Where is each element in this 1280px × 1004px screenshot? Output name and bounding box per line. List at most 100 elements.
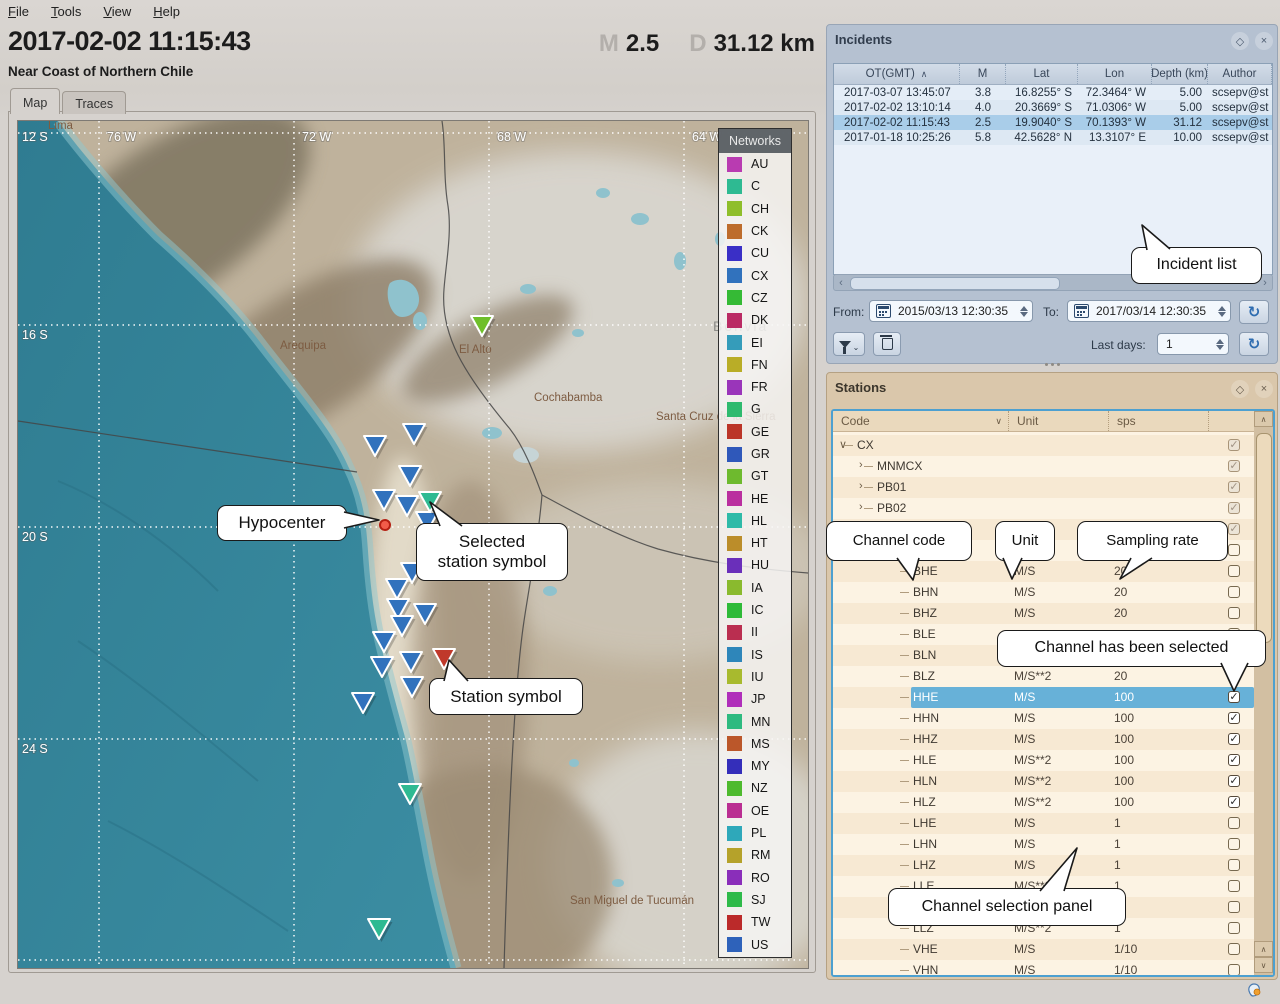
column-header-label: Lon <box>1105 68 1124 80</box>
column-header-depth-km-[interactable]: Depth (km) <box>1152 64 1208 84</box>
tree-branch-line <box>900 760 909 761</box>
tree-row-LHE[interactable]: LHEM/S1 <box>833 813 1254 834</box>
channel-checkbox[interactable]: ✓ <box>1228 796 1240 808</box>
channel-checkbox[interactable] <box>1228 607 1240 619</box>
channel-checkbox[interactable] <box>1228 817 1240 829</box>
column-header-lon[interactable]: Lon <box>1078 64 1152 84</box>
channel-code-label: LHZ <box>913 858 936 872</box>
channel-checkbox[interactable] <box>1228 544 1240 556</box>
incident-row[interactable]: 2017-02-02 11:15:432.519.9040° S70.1393°… <box>834 115 1272 130</box>
to-date-spinner[interactable] <box>1218 306 1226 317</box>
channel-checkbox[interactable] <box>1228 964 1240 975</box>
channel-checkbox[interactable]: ✓ <box>1228 439 1240 451</box>
tree-row-LHZ[interactable]: LHZM/S1 <box>833 855 1254 876</box>
tab-traces[interactable]: Traces <box>62 91 126 114</box>
channel-checkbox[interactable]: ✓ <box>1228 523 1240 535</box>
channel-checkbox[interactable]: ✓ <box>1228 733 1240 745</box>
tree-row-CX[interactable]: ∨CX✓ <box>833 435 1254 456</box>
clear-button[interactable] <box>873 332 901 356</box>
incidents-table-header[interactable]: OT(GMT)∧MLat Lon Depth (km)Author <box>834 64 1272 85</box>
tree-row-PB02[interactable]: ›PB02✓ <box>833 498 1254 519</box>
scroll-left-icon[interactable]: ‹ <box>834 277 848 289</box>
to-date-input[interactable]: 2017/03/14 12:30:35 <box>1067 300 1231 322</box>
refresh-list-button[interactable]: ↻ <box>1239 332 1269 356</box>
tree-scroll-thumb[interactable] <box>1256 433 1272 643</box>
tree-row-VHE[interactable]: VHEM/S1/10 <box>833 939 1254 960</box>
hypocenter-symbol[interactable] <box>380 520 390 530</box>
expander-collapsed-icon[interactable]: › <box>859 480 863 492</box>
tree-row-HHE[interactable]: HHEM/S100✓ <box>833 687 1254 708</box>
channel-checkbox[interactable]: ✓ <box>1228 481 1240 493</box>
tree-row-BLZ[interactable]: BLZM/S**220 <box>833 666 1254 687</box>
from-date-spinner[interactable] <box>1020 306 1028 317</box>
tree-row-HHN[interactable]: HHNM/S100✓ <box>833 708 1254 729</box>
tree-row-MNMCX[interactable]: ›MNMCX✓ <box>833 456 1254 477</box>
legend-entry-IC: IC <box>719 599 791 621</box>
scroll-up-icon[interactable]: ∧ <box>1254 411 1273 427</box>
column-header-m[interactable]: M <box>960 64 1006 84</box>
scroll-down-icon[interactable]: ∨ <box>1254 957 1273 973</box>
channel-checkbox[interactable] <box>1228 838 1240 850</box>
last-days-input[interactable]: 1 <box>1157 333 1229 355</box>
channel-checkbox[interactable] <box>1228 565 1240 577</box>
channel-checkbox[interactable]: ✓ <box>1228 754 1240 766</box>
channel-checkbox[interactable] <box>1228 901 1240 913</box>
incidents-table[interactable]: OT(GMT)∧MLat Lon Depth (km)Author 2017-03-… <box>833 63 1273 275</box>
tree-row-HLE[interactable]: HLEM/S**2100✓ <box>833 750 1254 771</box>
channel-checkbox[interactable] <box>1228 586 1240 598</box>
column-header-label: OT(GMT) <box>866 68 915 80</box>
tree-row-HLZ[interactable]: HLZM/S**2100✓ <box>833 792 1254 813</box>
channel-sps: 100 <box>1114 711 1134 725</box>
tree-row-BHN[interactable]: BHNM/S20 <box>833 582 1254 603</box>
last-days-spinner[interactable] <box>1216 339 1224 350</box>
tree-row-HLN[interactable]: HLNM/S**2100✓ <box>833 771 1254 792</box>
channel-checkbox[interactable]: ✓ <box>1228 691 1240 703</box>
from-date-input[interactable]: 2015/03/13 12:30:35 <box>869 300 1033 322</box>
channel-checkbox[interactable]: ✓ <box>1228 460 1240 472</box>
tab-map[interactable]: Map <box>10 88 60 114</box>
incident-row[interactable]: 2017-03-07 13:45:073.816.8255° S72.3464°… <box>834 85 1272 100</box>
legend-entry-JP: JP <box>719 688 791 710</box>
menu-file[interactable]: File <box>8 2 39 21</box>
channel-checkbox[interactable]: ✓ <box>1228 775 1240 787</box>
tree-row-VHN[interactable]: VHNM/S1/10 <box>833 960 1254 975</box>
incidents-close-button[interactable]: × <box>1255 32 1273 50</box>
channel-checkbox[interactable] <box>1228 880 1240 892</box>
incident-row[interactable]: 2017-02-02 13:10:144.020.3669° S71.0306°… <box>834 100 1272 115</box>
channel-checkbox[interactable]: ✓ <box>1228 502 1240 514</box>
scroll-up-icon[interactable]: ∧ <box>1254 941 1273 957</box>
channel-checkbox[interactable] <box>1228 943 1240 955</box>
stations-float-button[interactable]: ◇ <box>1231 380 1249 398</box>
column-header-lat[interactable]: Lat <box>1006 64 1078 84</box>
unit-column-label: Unit <box>1017 414 1038 428</box>
incidents-float-button[interactable]: ◇ <box>1231 32 1249 50</box>
menu-help[interactable]: Help <box>153 2 190 21</box>
expander-collapsed-icon[interactable]: › <box>859 501 863 513</box>
tree-row-LHN[interactable]: LHNM/S1 <box>833 834 1254 855</box>
panel-splitter[interactable] <box>1040 363 1064 369</box>
incident-row[interactable]: 2017-01-18 10:25:265.842.5628° N13.3107°… <box>834 130 1272 145</box>
refresh-range-button[interactable]: ↻ <box>1239 300 1269 324</box>
tree-row-BHZ[interactable]: BHZM/S20 <box>833 603 1254 624</box>
menu-tools[interactable]: Tools <box>51 2 91 21</box>
stations-close-button[interactable]: × <box>1255 380 1273 398</box>
tree-row-PB01[interactable]: ›PB01✓ <box>833 477 1254 498</box>
tree-row-BHE[interactable]: BHEM/S20 <box>833 561 1254 582</box>
expander-collapsed-icon[interactable]: › <box>859 459 863 471</box>
column-header-author[interactable]: Author <box>1208 64 1272 84</box>
tree-header-code[interactable]: Code ∨ <box>833 411 1009 431</box>
tree-header-sps[interactable]: sps <box>1109 411 1209 431</box>
channel-checkbox[interactable]: ✓ <box>1228 712 1240 724</box>
map-viewport[interactable]: LimaArequipaEl AltoCochabambaSanta Cruz … <box>17 120 809 969</box>
tree-header[interactable]: Code ∨ Unit sps <box>833 411 1254 432</box>
channel-checkbox[interactable] <box>1228 670 1240 682</box>
column-header-ot-gmt-[interactable]: OT(GMT)∧ <box>834 64 960 84</box>
incidents-hscroll-thumb[interactable] <box>850 277 1060 290</box>
filter-button[interactable]: ⌄ <box>833 332 865 356</box>
menu-view[interactable]: View <box>103 2 141 21</box>
channel-checkbox[interactable] <box>1228 922 1240 934</box>
tree-vscrollbar[interactable]: ∧ ∧ ∨ <box>1254 411 1273 975</box>
tree-row-HHZ[interactable]: HHZM/S100✓ <box>833 729 1254 750</box>
tree-header-unit[interactable]: Unit <box>1009 411 1109 431</box>
channel-checkbox[interactable] <box>1228 859 1240 871</box>
